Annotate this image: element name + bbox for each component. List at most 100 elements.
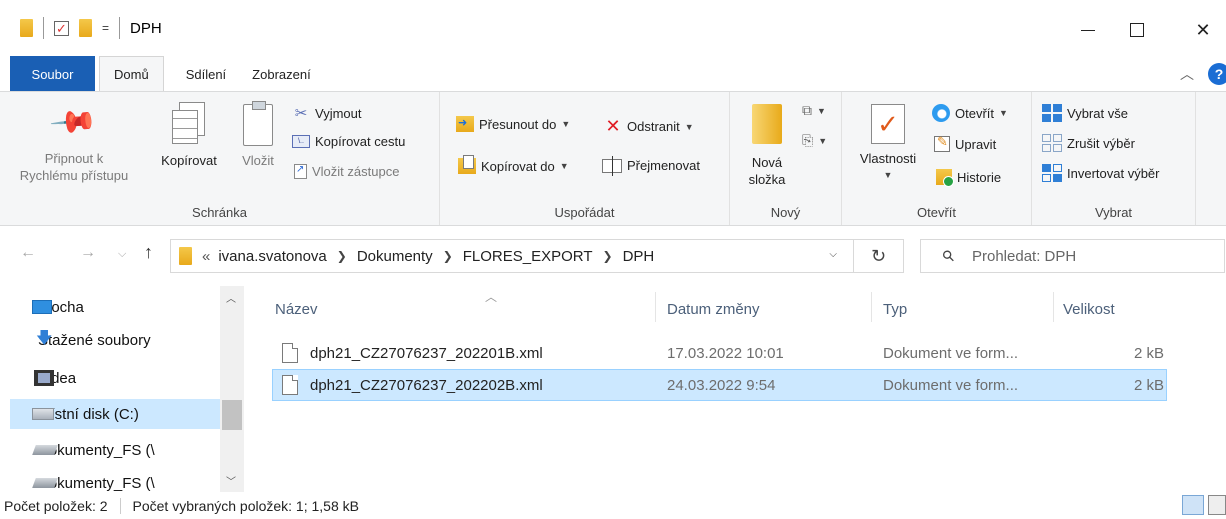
rename-button[interactable]: Přejmenovat [602, 155, 700, 176]
properties-button[interactable]: ✓ Vlastnosti ▼ [852, 104, 924, 184]
nav-item-network-drive[interactable]: Dokumenty_FS (\ [10, 435, 220, 465]
paste-label: Vložit [242, 153, 274, 168]
select-none-button[interactable]: Zrušit výběr [1042, 134, 1135, 152]
paste-button[interactable]: Vložit [234, 101, 282, 169]
up-arrow-icon[interactable]: ↑ [144, 242, 153, 263]
breadcrumb-item[interactable]: FLORES_EXPORT [463, 248, 593, 265]
collapse-ribbon-chevron-icon[interactable]: ︿ [1180, 64, 1194, 84]
refresh-button[interactable]: ↻ [854, 239, 904, 273]
minimize-button[interactable] [1065, 0, 1111, 60]
new-item-button[interactable]: ⧉ ▼ [802, 102, 826, 119]
scroll-down-chevron-icon[interactable]: ﹀ [226, 473, 236, 488]
rename-label: Přejmenovat [627, 158, 700, 173]
pin-to-quick-access-button[interactable]: 📌 Připnout k Rychlému přístupu [14, 97, 134, 184]
refresh-icon: ↻ [870, 245, 887, 266]
select-group-label: Vybrat [1094, 205, 1133, 220]
move-to-icon [456, 116, 474, 132]
column-divider[interactable] [871, 292, 872, 322]
cut-label: Vyjmout [315, 105, 362, 121]
back-arrow-icon[interactable]: ← [20, 244, 36, 262]
navigation-pane: Plocha 🡇 Stažené soubory Videa Místní di… [0, 286, 245, 492]
select-all-button[interactable]: Vybrat vše [1042, 104, 1128, 122]
tab-home[interactable]: Domů [99, 56, 164, 92]
paste-shortcut-button[interactable]: Vložit zástupce [294, 164, 399, 179]
clipboard-group: 📌 Připnout k Rychlému přístupu Kopírovat… [0, 92, 440, 225]
copy-button[interactable]: Kopírovat [154, 102, 224, 169]
details-view-icon[interactable] [1182, 495, 1204, 515]
help-icon[interactable]: ? [1208, 63, 1226, 85]
history-button[interactable]: Historie [936, 169, 1002, 187]
column-divider[interactable] [1053, 292, 1054, 322]
address-dropdown-chevron-icon[interactable]: ⌵ [829, 249, 837, 260]
breadcrumb-chevron-icon[interactable]: ❯ [603, 249, 613, 263]
scrollbar-thumb[interactable] [222, 400, 242, 430]
new-folder-button[interactable]: Nová složka [742, 104, 792, 188]
large-icons-view-icon[interactable] [1208, 495, 1226, 515]
recent-locations-chevron-icon[interactable]: ⌵ [118, 248, 126, 261]
column-header-size[interactable]: Velikost [1063, 294, 1163, 324]
tab-file[interactable]: Soubor [10, 56, 95, 92]
xml-file-icon [282, 375, 298, 395]
column-header-type[interactable]: Typ [883, 294, 1043, 324]
file-list: ︿ Název Datum změny Typ Velikost dph21_C… [245, 286, 1226, 492]
move-to-button[interactable]: Přesunout do ▼ [456, 116, 570, 132]
new-folder-icon [752, 104, 782, 144]
desktop-icon [32, 300, 52, 314]
delete-button[interactable]: ✕ Odstranit ▼ [604, 116, 693, 137]
open-button[interactable]: Otevřít ▼ [932, 104, 1008, 122]
quick-access-toolbar: ✓ = DPH [0, 0, 162, 56]
column-header-name[interactable]: ︿ Název [275, 290, 655, 324]
organize-group-label: Uspořádat [554, 205, 615, 220]
file-name-cell: dph21_CZ27076237_202202B.xml [282, 370, 543, 400]
history-label: Historie [957, 169, 1002, 185]
column-header-label: Velikost [1063, 300, 1115, 318]
copy-path-button[interactable]: \.. Kopírovat cestu [292, 134, 405, 149]
breadcrumb-item[interactable]: DPH [623, 248, 655, 265]
folder-icon [20, 19, 33, 37]
file-row-selected[interactable]: dph21_CZ27076237_202202B.xml 24.03.2022 … [272, 369, 1167, 401]
easy-access-button[interactable]: ⎘ ▼ [802, 132, 827, 149]
tab-share[interactable]: Sdílení [168, 56, 244, 92]
search-icon: ⚲ [938, 246, 959, 267]
new-folder-qat-icon[interactable] [79, 19, 92, 37]
breadcrumb-item[interactable]: Dokumenty [357, 248, 433, 265]
nav-item-videos[interactable]: Videa [10, 363, 220, 393]
network-drive-icon [32, 478, 58, 488]
nav-item-downloads[interactable]: 🡇 Stažené soubory [10, 325, 220, 355]
file-date: 24.03.2022 9:54 [667, 376, 776, 394]
edit-button[interactable]: Upravit [934, 134, 996, 152]
breadcrumb-item[interactable]: ivana.svatonova [218, 248, 326, 265]
file-row[interactable]: dph21_CZ27076237_202201B.xml 17.03.2022 … [272, 338, 1167, 370]
maximize-button[interactable] [1114, 0, 1160, 60]
nav-item-network-drive[interactable]: Dokumenty_FS (\ [10, 468, 220, 492]
forward-arrow-icon[interactable]: → [80, 244, 96, 262]
new-group: Nová složka ⧉ ▼ ⎘ ▼ Nový [730, 92, 842, 225]
address-bar[interactable]: « ivana.svatonova ❯ Dokumenty ❯ FLORES_E… [170, 239, 854, 273]
nav-item-local-disk[interactable]: Místní disk (C:) [10, 399, 220, 429]
qat-customize-dropdown[interactable]: = [102, 21, 109, 35]
file-size: 2 kB [1133, 376, 1164, 394]
open-label: Otevřít [955, 105, 995, 121]
scissors-icon: ✂ [294, 105, 308, 122]
column-divider[interactable] [655, 292, 656, 322]
nav-item-desktop[interactable]: Plocha [10, 292, 220, 322]
cut-button[interactable]: ✂ Vyjmout [292, 104, 362, 122]
close-button[interactable]: ✕ [1180, 0, 1226, 60]
navigation-bar: ← → ⌵ ↑ « ivana.svatonova ❯ Dokumenty ❯ … [0, 226, 1226, 286]
properties-check-icon[interactable]: ✓ [54, 20, 69, 36]
edit-icon [934, 134, 950, 152]
search-input[interactable]: ⚲ Prohledat: DPH [920, 239, 1225, 273]
invert-selection-button[interactable]: Invertovat výběr [1042, 164, 1160, 182]
breadcrumb-chevron-icon[interactable]: ❯ [337, 249, 347, 263]
breadcrumb-overflow[interactable]: « [202, 248, 210, 265]
tab-view[interactable]: Zobrazení [244, 56, 329, 92]
ribbon-tabs-right: ︿ ? [1180, 56, 1226, 92]
nav-pane-scrollbar[interactable]: ︿ ﹀ [220, 286, 244, 492]
breadcrumb-chevron-icon[interactable]: ❯ [443, 249, 453, 263]
downloads-icon: 🡇 [36, 329, 53, 347]
scroll-up-chevron-icon[interactable]: ︿ [226, 290, 236, 305]
column-header-date[interactable]: Datum změny [667, 294, 867, 324]
copy-icon [169, 102, 209, 148]
copy-to-button[interactable]: Kopírovat do ▼ [458, 155, 569, 174]
new-folder-label-line2: složka [748, 172, 786, 187]
